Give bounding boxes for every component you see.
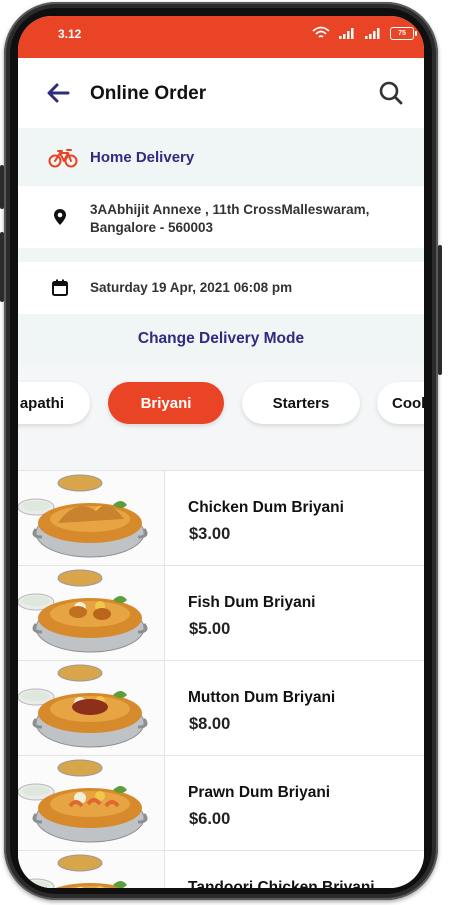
- page-title: Online Order: [90, 83, 207, 104]
- status-time: 3.12: [58, 27, 82, 41]
- app-screen: 3.12 75 Online Order Home Delivery 3AAbh…: [18, 16, 424, 888]
- food-image: [18, 661, 165, 755]
- category-tab-active[interactable]: Briyani: [108, 382, 224, 424]
- delivery-mode-row: Home Delivery: [18, 128, 424, 186]
- status-icons: 75: [312, 26, 417, 40]
- status-bar: 3.12 75: [18, 16, 424, 58]
- menu-item[interactable]: Chicken Dum Briyani $3.00: [18, 470, 424, 565]
- food-image: [18, 756, 165, 850]
- change-delivery-mode-row: Change Delivery Mode: [18, 314, 424, 366]
- location-pin-icon: [54, 209, 66, 225]
- address-text: 3AAbhijit Annexe , 11th CrossMalleswaram…: [90, 201, 410, 237]
- item-name: Fish Dum Briyani: [188, 594, 316, 611]
- signal-icon: [339, 28, 354, 39]
- category-tab[interactable]: Cool: [377, 382, 424, 424]
- menu-item[interactable]: Tandoori Chicken Briyani: [18, 850, 424, 888]
- item-price: $6.00: [189, 810, 231, 828]
- calendar-icon: [52, 279, 68, 296]
- item-name: Prawn Dum Briyani: [188, 784, 331, 801]
- menu-item[interactable]: Mutton Dum Briyani $8.00: [18, 660, 424, 755]
- item-name: Tandoori Chicken Briyani: [188, 879, 375, 888]
- datetime-text: Saturday 19 Apr, 2021 06:08 pm: [90, 280, 293, 295]
- biryani-bowl-image: [18, 474, 148, 558]
- category-tab[interactable]: Starters: [242, 382, 360, 424]
- food-image: [18, 851, 165, 888]
- app-header: Online Order: [18, 58, 424, 128]
- bicycle-icon: [48, 149, 78, 168]
- battery-icon: 75: [390, 26, 417, 40]
- item-name: Chicken Dum Briyani: [188, 499, 344, 516]
- biryani-bowl-image: [18, 664, 148, 748]
- item-name: Mutton Dum Briyani: [188, 689, 336, 706]
- item-price: $8.00: [189, 715, 231, 733]
- food-image: [18, 566, 165, 660]
- delivery-address: 3AAbhijit Annexe , 11th CrossMalleswaram…: [18, 186, 424, 248]
- signal-icon: [365, 28, 380, 39]
- category-tab[interactable]: apathi: [18, 382, 90, 424]
- menu-list: Chicken Dum Briyani $3.00 Fish Dum Briya…: [18, 470, 424, 888]
- section-divider: [18, 248, 424, 262]
- category-tabs: apathi Briyani Starters Cool: [18, 366, 424, 470]
- menu-item[interactable]: Fish Dum Briyani $5.00: [18, 565, 424, 660]
- phone-side-button: [0, 232, 4, 302]
- menu-item[interactable]: Prawn Dum Briyani $6.00: [18, 755, 424, 850]
- biryani-bowl-image: [18, 569, 148, 653]
- address-line-1: 3AAbhijit Annexe , 11th CrossMalleswaram…: [90, 202, 370, 217]
- address-line-2: Bangalore - 560003: [90, 220, 214, 235]
- biryani-bowl-image: [18, 759, 148, 843]
- food-image: [18, 471, 165, 565]
- phone-side-button: [0, 165, 4, 209]
- delivery-datetime: Saturday 19 Apr, 2021 06:08 pm: [18, 262, 424, 314]
- biryani-bowl-image: [18, 854, 127, 888]
- change-delivery-mode-link[interactable]: Change Delivery Mode: [138, 330, 304, 348]
- back-arrow-icon[interactable]: [46, 82, 70, 104]
- item-price: $5.00: [189, 620, 231, 638]
- search-icon[interactable]: [378, 80, 404, 106]
- delivery-mode-label: Home Delivery: [90, 149, 195, 166]
- phone-side-button: [438, 245, 442, 375]
- wifi-icon: [312, 26, 330, 38]
- item-price: $3.00: [189, 525, 231, 543]
